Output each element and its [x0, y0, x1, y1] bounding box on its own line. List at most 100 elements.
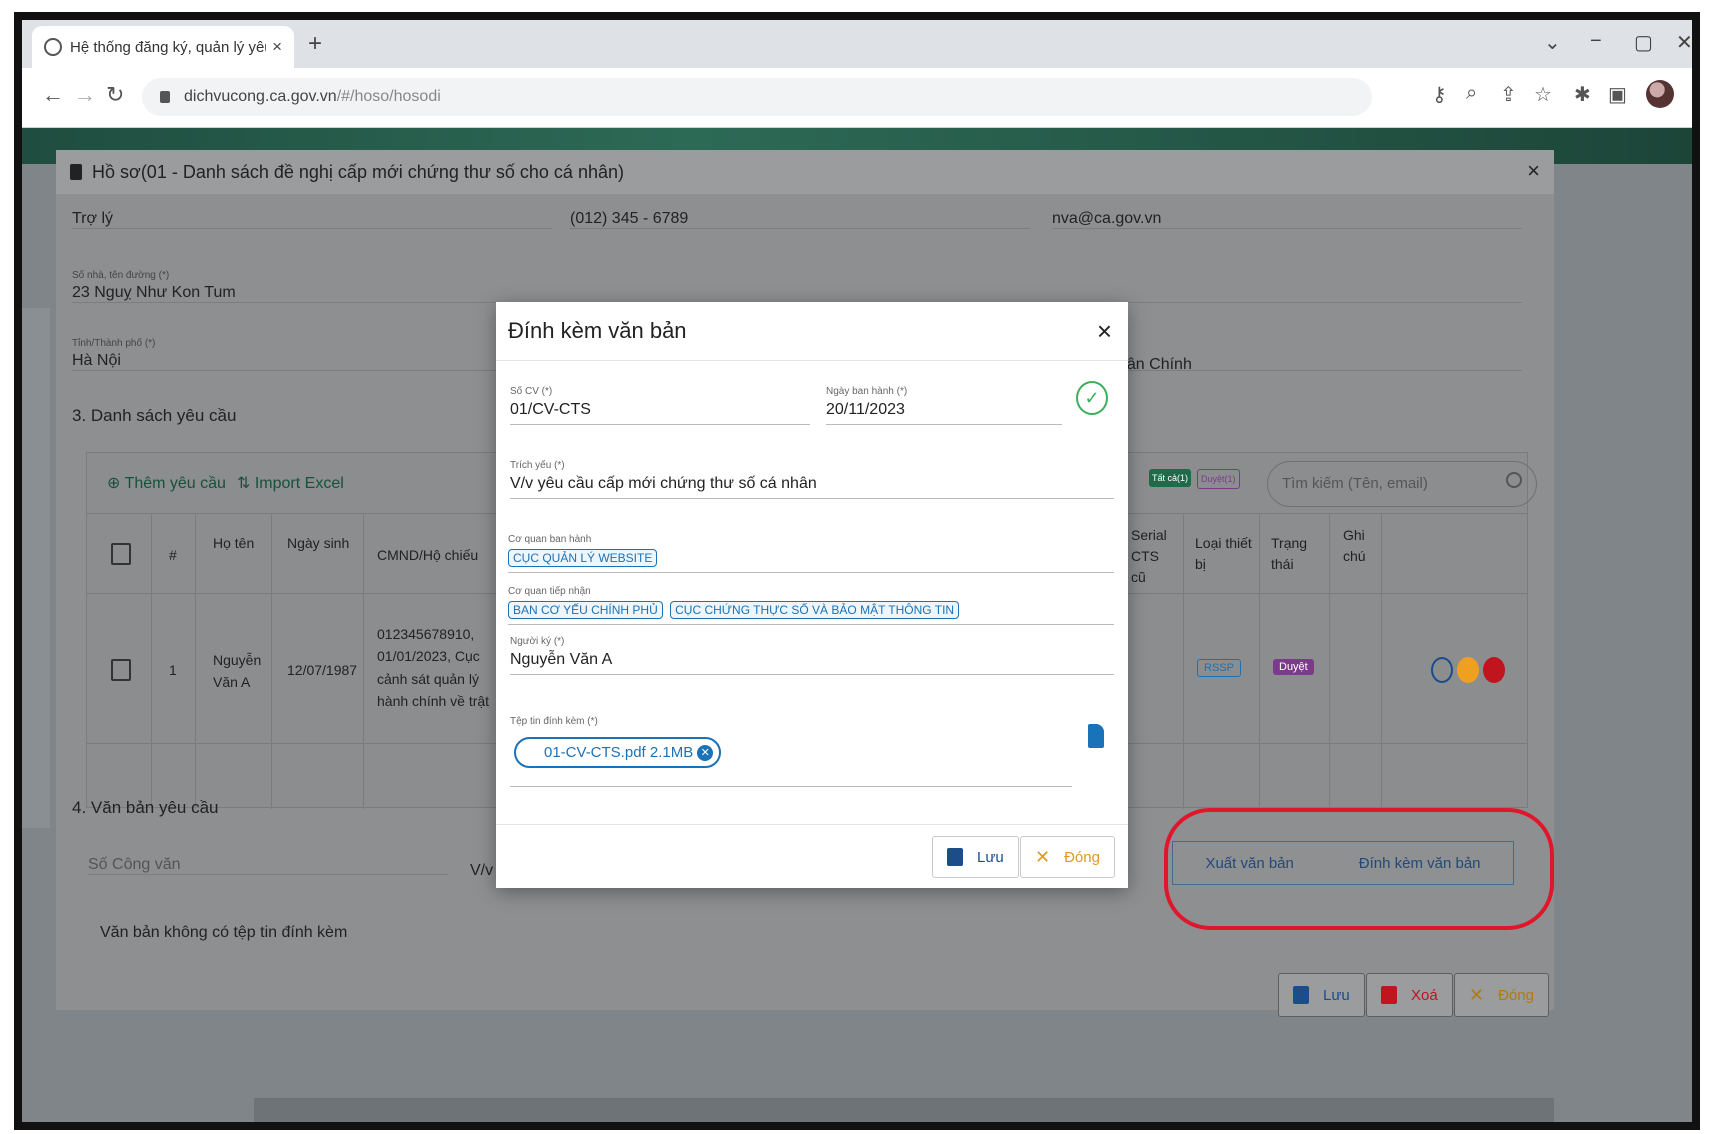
file-size: 2.1MB	[649, 744, 694, 761]
save-button[interactable]: Lưu	[1278, 973, 1365, 1017]
partial-text: hân Chính	[1118, 356, 1192, 373]
modal-close-button[interactable]: ×	[1097, 316, 1112, 347]
file-name: 01-CV-CTS.pdf	[544, 744, 646, 761]
search-input[interactable]: Tìm kiếm (Tên, email)	[1267, 461, 1537, 507]
filter-chip-all[interactable]: Tất cả(1)	[1149, 469, 1192, 487]
page-sidebar	[22, 308, 50, 828]
tab-title: Hệ thống đăng ký, quản lý yêu :	[70, 38, 267, 56]
dialog-close-button[interactable]: ×	[1527, 158, 1540, 184]
row-checkbox[interactable]	[111, 659, 131, 681]
so-cong-van-field[interactable]: Số Công văn	[88, 856, 448, 875]
key-icon[interactable]: ⚷	[1432, 82, 1447, 107]
filter-chip-approved[interactable]: Duyệt(1)	[1197, 469, 1240, 489]
co-quan-ban-hanh-label: Cơ quan ban hành	[508, 534, 592, 545]
ngay-value: 20/11/2023	[826, 401, 1062, 425]
col-header-id: CMND/Hộ chiếu	[377, 547, 479, 563]
org-tag[interactable]: CỤC CHỨNG THỰC SỐ VÀ BẢO MẬT THÔNG TIN	[670, 601, 960, 619]
modal-title: Đính kèm văn bản	[508, 318, 687, 343]
phone-field[interactable]: (012) 345 - 6789	[570, 210, 1030, 229]
profile-avatar[interactable]	[1646, 80, 1674, 108]
trich-yeu-field[interactable]: Trích yếu (*) V/v yêu cầu cấp mới chứng …	[510, 460, 1114, 499]
close-x-icon: ✕	[1469, 984, 1485, 1005]
url-host: dichvucong.ca.gov.vn	[184, 88, 337, 105]
new-tab-button[interactable]: +	[308, 30, 322, 58]
file-chip[interactable]: 01-CV-CTS.pdf 2.1MB ✕	[514, 737, 722, 768]
tab-search-icon[interactable]: ⌄	[1544, 30, 1561, 55]
browser-window: Hệ thống đăng ký, quản lý yêu : × + ⌄ − …	[14, 12, 1700, 1130]
col-divider	[195, 513, 196, 809]
search-icon[interactable]	[1506, 472, 1522, 488]
col-header-dob: Ngày sinh	[287, 535, 350, 551]
modal-save-button[interactable]: Lưu	[932, 836, 1019, 878]
col-header-name: Họ tên	[213, 535, 255, 551]
device-badge: RSSP	[1197, 659, 1241, 677]
tep-label: Tệp tin đính kèm (*)	[510, 716, 598, 727]
org-tag[interactable]: BAN CƠ YẾU CHÍNH PHỦ	[508, 601, 663, 619]
add-user-icon: ⊕	[107, 475, 125, 492]
globe-icon	[44, 38, 62, 56]
save-icon	[947, 848, 963, 866]
col-header-device: Loại thiết bị	[1195, 535, 1252, 572]
delete-button[interactable]: Xoá	[1366, 973, 1453, 1017]
share-icon[interactable]: ⇪	[1500, 82, 1517, 107]
remove-file-icon[interactable]: ✕	[697, 744, 714, 761]
reload-icon[interactable]: ↻	[106, 82, 124, 108]
nguoi-ky-field[interactable]: Người ký (*) Nguyễn Văn A	[510, 636, 1114, 675]
cancel-icon[interactable]	[1457, 657, 1479, 683]
row-index: 1	[169, 662, 177, 678]
address-label: Số nhà, tên đường (*)	[72, 270, 170, 281]
modal-divider	[496, 360, 1128, 361]
trich-yeu-label: Trích yếu (*)	[510, 460, 565, 471]
browser-tab[interactable]: Hệ thống đăng ký, quản lý yêu : ×	[32, 26, 294, 68]
col-divider	[271, 513, 272, 809]
sidepanel-icon[interactable]: ▣	[1608, 82, 1627, 107]
col-divider	[1259, 513, 1260, 809]
address-bar: ← → ↻ dichvucong.ca.gov.vn/#/hoso/hosodi…	[22, 68, 1692, 128]
import-icon: ⇅	[237, 475, 255, 492]
so-cv-value: 01/CV-CTS	[510, 401, 810, 425]
org-tag[interactable]: CỤC QUẢN LÝ WEBSITE	[508, 549, 658, 567]
url-input[interactable]: dichvucong.ca.gov.vn/#/hoso/hosodi	[142, 78, 1372, 116]
import-excel-button[interactable]: ⇅ Import Excel	[237, 473, 344, 493]
nguoi-ky-value: Nguyễn Văn A	[510, 651, 1114, 675]
col-divider	[1183, 513, 1184, 809]
zoom-icon[interactable]: ⌕	[1466, 82, 1477, 105]
attach-file-icon[interactable]	[1088, 724, 1104, 748]
col-header-serial: Serial CTS cũ	[1131, 527, 1167, 585]
row-id-info: 012345678910, 01/01/2023, Cục cảnh sát q…	[377, 626, 490, 710]
menu-kebab-icon[interactable]: ⋮	[1686, 82, 1692, 107]
section-4-title: 4. Văn bản yêu cầu	[72, 798, 219, 817]
add-request-button[interactable]: ⊕ Thêm yêu cầu	[107, 473, 226, 493]
bookmark-star-icon[interactable]: ☆	[1534, 82, 1552, 107]
extensions-icon[interactable]: ✱	[1574, 82, 1591, 107]
address-field[interactable]: Số nhà, tên đường (*) 23 Nguỵ Như Kon Tu…	[72, 270, 1522, 303]
close-button[interactable]: ✕ Đóng	[1454, 973, 1549, 1017]
forward-icon[interactable]: →	[74, 82, 96, 108]
col-header-index: #	[169, 547, 177, 563]
check-circle-icon[interactable]: ✓	[1076, 381, 1108, 415]
email-field[interactable]: nva@ca.gov.vn	[1052, 210, 1522, 229]
tab-bar: Hệ thống đăng ký, quản lý yêu : × + ⌄ − …	[22, 20, 1692, 68]
close-window-button[interactable]: ✕	[1676, 30, 1692, 55]
address-value: 23 Nguỵ Như Kon Tum	[72, 284, 1522, 303]
back-icon[interactable]: ←	[42, 82, 64, 108]
tab-close-icon[interactable]: ×	[272, 37, 282, 57]
chuc-vu-field[interactable]: Trợ lý	[72, 210, 552, 229]
co-quan-ban-hanh-field[interactable]: Cơ quan ban hành CỤC QUẢN LÝ WEBSITE	[508, 534, 1114, 573]
edit-icon[interactable]	[1431, 657, 1453, 683]
maximize-button[interactable]: ▢	[1634, 30, 1653, 55]
nguoi-ky-label: Người ký (*)	[510, 636, 565, 647]
close-x-icon: ✕	[1035, 846, 1051, 867]
co-quan-tiep-nhan-label: Cơ quan tiếp nhận	[508, 586, 591, 597]
so-cv-field[interactable]: Số CV (*) 01/CV-CTS	[510, 386, 810, 425]
minimize-button[interactable]: −	[1590, 30, 1602, 53]
co-quan-tiep-nhan-field[interactable]: Cơ quan tiếp nhận BAN CƠ YẾU CHÍNH PHỦ C…	[508, 586, 1114, 625]
page-footer	[254, 1098, 1554, 1122]
lock-icon	[160, 91, 170, 103]
ngay-ban-hanh-field[interactable]: Ngày ban hành (*) 20/11/2023	[826, 386, 1062, 425]
search-placeholder: Tìm kiếm (Tên, email)	[1282, 475, 1428, 492]
delete-icon[interactable]	[1483, 657, 1505, 683]
modal-close-btn[interactable]: ✕ Đóng	[1020, 836, 1115, 878]
col-divider	[1381, 513, 1382, 809]
select-all-checkbox[interactable]	[111, 543, 131, 565]
